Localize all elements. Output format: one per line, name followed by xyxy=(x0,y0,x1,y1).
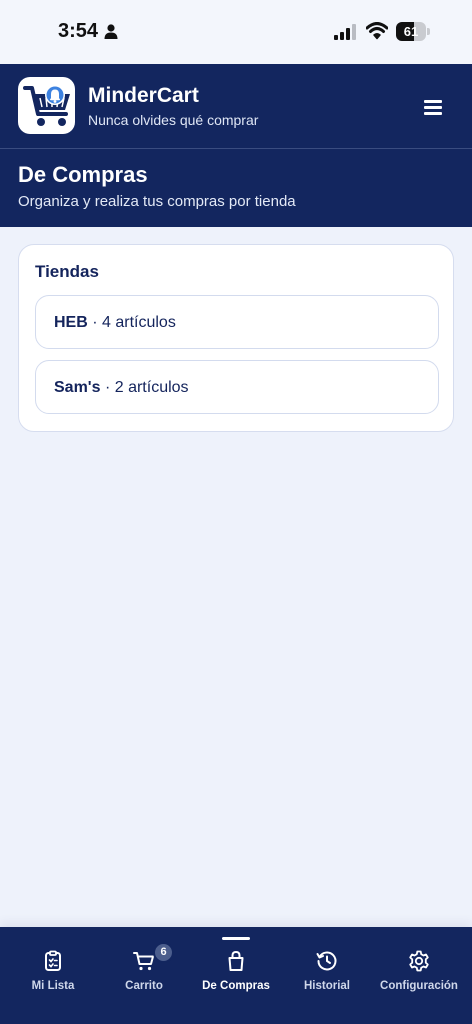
nav-label: Historial xyxy=(303,980,350,992)
nav-label: Mi Lista xyxy=(31,980,75,992)
nav-configuracion[interactable]: Configuración xyxy=(372,927,466,1024)
cart-bell-logo-icon xyxy=(23,85,70,126)
nav-carrito[interactable]: 6 Carrito xyxy=(97,927,191,1024)
gear-icon xyxy=(409,950,429,972)
cellular-signal-icon xyxy=(334,24,356,40)
store-name: Sam's xyxy=(54,379,101,396)
status-time: 3:54 xyxy=(58,20,99,42)
nav-label: Carrito xyxy=(125,980,163,992)
status-bar: 3:54 61 xyxy=(0,0,472,64)
stores-title: Tiendas xyxy=(35,262,99,281)
shopping-bag-icon xyxy=(228,950,244,971)
hamburger-icon xyxy=(424,100,442,103)
wifi-icon xyxy=(366,22,388,40)
nav-label: De Compras xyxy=(202,980,270,992)
store-item-sams[interactable]: Sam's · 2 artículos xyxy=(35,360,439,414)
nav-historial[interactable]: Historial xyxy=(280,927,374,1024)
store-item-count: · 2 artículos xyxy=(104,379,189,396)
page-title: De Compras xyxy=(18,162,148,187)
page-header: De Compras Organiza y realiza tus compra… xyxy=(0,149,472,227)
app-title: MinderCart xyxy=(88,84,199,107)
store-name: HEB xyxy=(54,314,88,331)
bottom-nav: Mi Lista 6 Carrito De Compras Historial … xyxy=(0,927,472,1024)
app-logo xyxy=(18,77,75,134)
page-subtitle: Organiza y realiza tus compras por tiend… xyxy=(18,193,296,210)
nav-label: Configuración xyxy=(380,980,458,992)
nav-de-compras[interactable]: De Compras xyxy=(189,927,283,1024)
store-item-count: · 4 artículos xyxy=(92,314,176,331)
store-item-heb[interactable]: HEB · 4 artículos xyxy=(35,295,439,349)
menu-button[interactable] xyxy=(424,98,446,116)
active-tab-indicator xyxy=(222,937,250,940)
clipboard-list-icon xyxy=(45,950,61,971)
person-icon xyxy=(104,24,118,39)
cart-count-badge: 6 xyxy=(153,942,174,963)
history-icon xyxy=(316,951,337,971)
battery-level: 61 xyxy=(403,24,419,39)
nav-mi-lista[interactable]: Mi Lista xyxy=(6,927,100,1024)
app-header: MinderCart Nunca olvides qué comprar xyxy=(0,64,472,149)
stores-card: Tiendas HEB · 4 artículos Sam's · 2 artí… xyxy=(18,244,454,432)
battery-icon: 61 xyxy=(396,22,430,41)
app-tagline: Nunca olvides qué comprar xyxy=(88,112,259,128)
